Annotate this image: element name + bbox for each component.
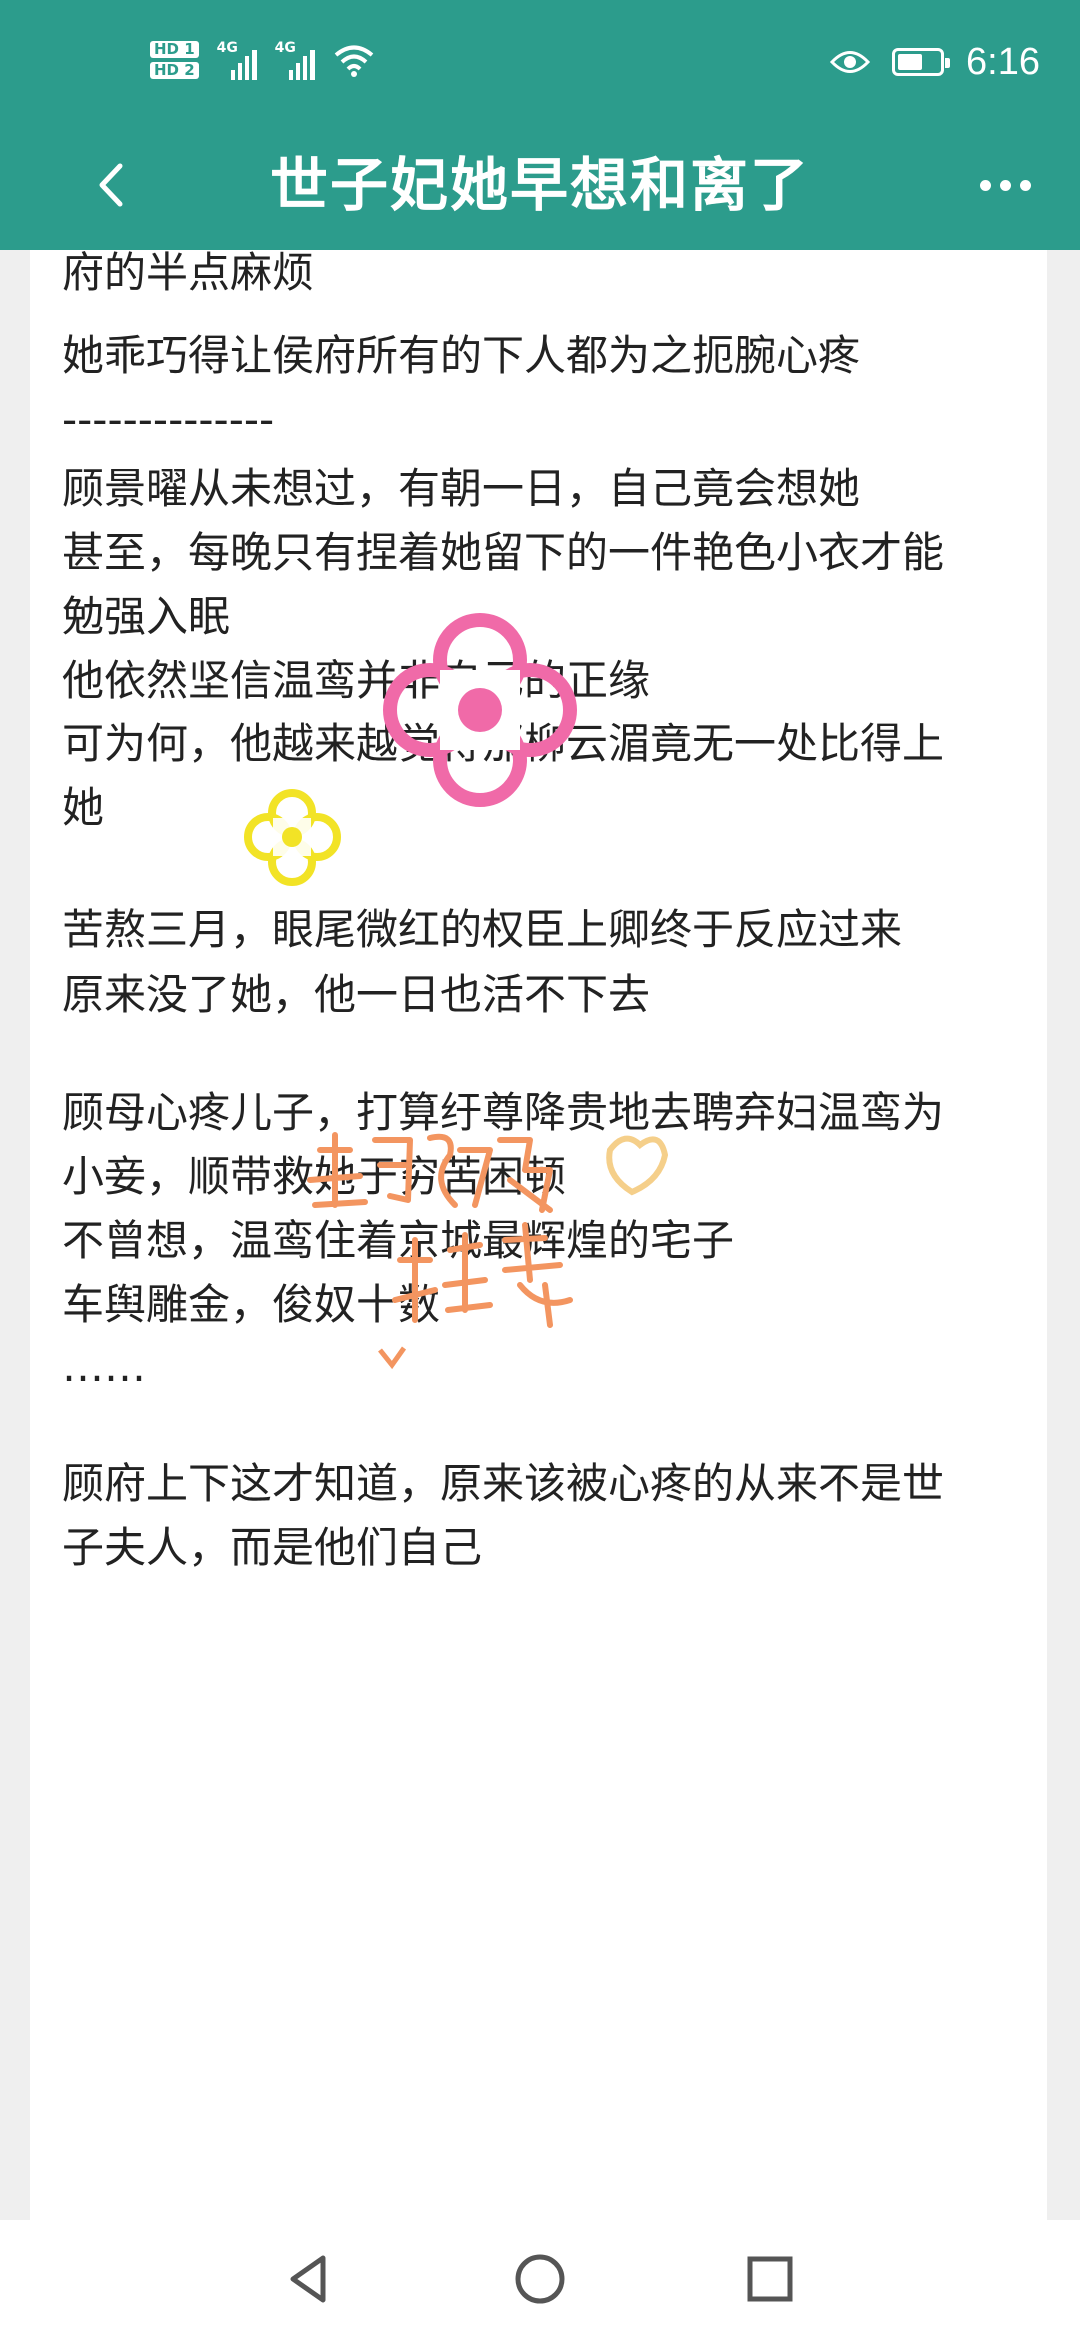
text-line: 她乖巧得让侯府所有的下人都为之扼腕心疼 bbox=[62, 331, 861, 380]
recents-square-icon[interactable] bbox=[735, 2244, 805, 2314]
text-line: 顾母心疼儿子，打算纡尊降贵地去聘弃妇温鸾为 bbox=[62, 1088, 945, 1137]
sim1-label: HD 1 bbox=[150, 41, 199, 58]
status-bar: HD 1 HD 2 4G 4G 6:16 bbox=[0, 0, 1080, 120]
text-line: 不曾想，温鸾住着京城最辉煌的宅子 bbox=[62, 1216, 735, 1265]
back-triangle-icon[interactable] bbox=[275, 2244, 345, 2314]
clock: 6:16 bbox=[966, 40, 1040, 83]
title-bar: 世子妃她早想和离了 bbox=[0, 120, 1080, 250]
text-line: 顾景曜从未想过，有朝一日，自己竟会想她 bbox=[62, 464, 861, 513]
home-circle-icon[interactable] bbox=[505, 2244, 575, 2314]
text-line: 顾府上下这才知道，原来该被心疼的从来不是世 bbox=[62, 1459, 945, 1508]
network1-label: 4G bbox=[216, 40, 238, 56]
battery-icon bbox=[892, 48, 951, 76]
reader-content[interactable]: 府的半点麻烦 她乖巧得让侯府所有的下人都为之扼腕心疼 -------------… bbox=[30, 250, 1047, 2220]
text-line: 甚至，每晚只有捏着她留下的一件艳色小衣才能 bbox=[62, 528, 945, 577]
yellow-flower-sticker bbox=[244, 789, 341, 886]
text-line: 可为何，他越来越觉得那柳云湄竟无一处比得上 bbox=[62, 719, 945, 768]
page-title: 世子妃她早想和离了 bbox=[269, 151, 810, 219]
more-dots-icon[interactable] bbox=[960, 140, 1050, 230]
divider-line: -------------- bbox=[62, 395, 275, 444]
app-header: HD 1 HD 2 4G 4G 6:16 世子妃她早想和离了 bbox=[0, 0, 1080, 250]
eye-icon bbox=[830, 51, 871, 73]
network2-label: 4G bbox=[274, 40, 296, 56]
sim2-label: HD 2 bbox=[150, 62, 199, 79]
text-line: 他依然坚信温鸾并非自己的正缘 bbox=[62, 656, 651, 705]
text-line: 府的半点麻烦 bbox=[62, 250, 315, 297]
signal-icon: 4G bbox=[217, 40, 257, 80]
text-line: 车舆雕金，俊奴十数 bbox=[62, 1280, 441, 1329]
text-line: 子夫人，而是他们自己 bbox=[62, 1523, 483, 1572]
text-line: 原来没了她，他一日也活不下去 bbox=[62, 970, 651, 1019]
text-line: 勉强入眠 bbox=[62, 592, 231, 641]
text-line: 小妾，顺带救她于穷苦困顿 bbox=[62, 1152, 567, 1201]
text-line: 她 bbox=[62, 783, 105, 832]
signal-icon-2: 4G bbox=[275, 40, 315, 80]
text-line: 苦熬三月，眼尾微红的权臣上卿终于反应过来 bbox=[62, 905, 903, 954]
sim-indicators: HD 1 HD 2 bbox=[150, 41, 199, 79]
system-nav-bar bbox=[0, 2220, 1080, 2339]
ellipsis-line: …… bbox=[62, 1342, 146, 1391]
wifi-icon bbox=[334, 45, 373, 77]
